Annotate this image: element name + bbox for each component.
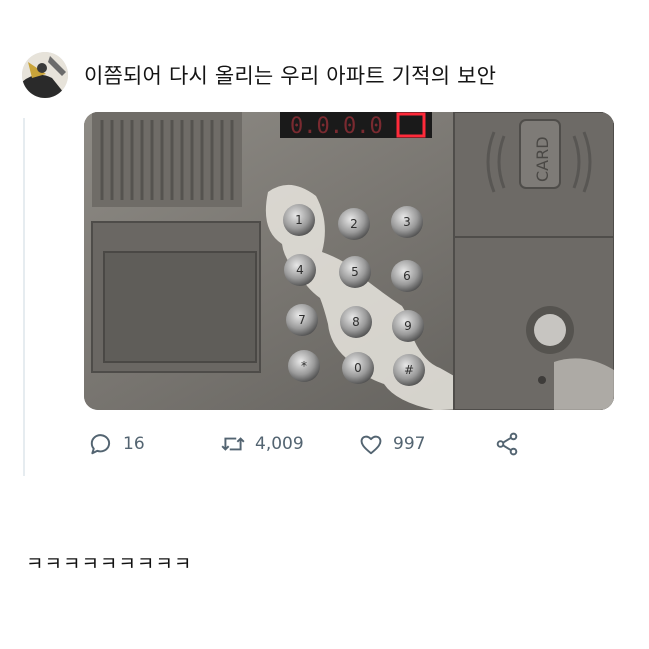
key-label-0: 0 [354, 361, 362, 375]
avatar-image [22, 52, 68, 98]
tweet: 이쯤되어 다시 올리는 우리 아파트 기적의 보안 0.0.0.0 1 2 3 … [0, 38, 649, 478]
led-display: 0.0.0.0 [280, 112, 432, 139]
key-label-7: 7 [298, 313, 306, 327]
comment-text: ㅋㅋㅋㅋㅋㅋㅋㅋㅋ [26, 553, 193, 575]
avatar[interactable] [22, 52, 68, 98]
led-digits: 0.0.0.0 [290, 114, 383, 139]
key-label-1: 1 [295, 213, 303, 227]
keypad-photo: 0.0.0.0 1 2 3 4 5 6 7 8 9 * 0 # CARD [84, 112, 614, 410]
key-label-9: 9 [404, 319, 412, 333]
retweet-count: 4,009 [255, 434, 304, 454]
key-label-8: 8 [352, 315, 360, 329]
key-label-hash: # [404, 363, 414, 377]
key-label-star: * [301, 359, 307, 373]
key-label-6: 6 [403, 269, 411, 283]
reply-button[interactable]: 16 [88, 430, 145, 458]
retweet-icon [221, 437, 245, 451]
speaker-grille [92, 112, 242, 207]
key-label-2: 2 [350, 217, 358, 231]
like-count: 997 [393, 434, 426, 454]
key-label-4: 4 [296, 263, 304, 277]
tweet-text: 이쯤되어 다시 올리는 우리 아파트 기적의 보안 [84, 64, 497, 88]
tweet-media[interactable]: 0.0.0.0 1 2 3 4 5 6 7 8 9 * 0 # CARD [84, 112, 614, 410]
like-button[interactable]: 997 [358, 430, 425, 458]
share-button[interactable] [494, 430, 529, 458]
heart-icon [360, 435, 382, 455]
card-label: CARD [533, 136, 552, 182]
key-label-3: 3 [403, 215, 411, 229]
tweet-actions: 16 4,009 997 [84, 430, 544, 458]
reply-count: 16 [123, 434, 145, 454]
thread-line [23, 118, 25, 476]
retweet-button[interactable]: 4,009 [220, 430, 304, 458]
share-icon [496, 432, 518, 456]
key-label-5: 5 [351, 265, 359, 279]
reply-icon [90, 434, 111, 455]
